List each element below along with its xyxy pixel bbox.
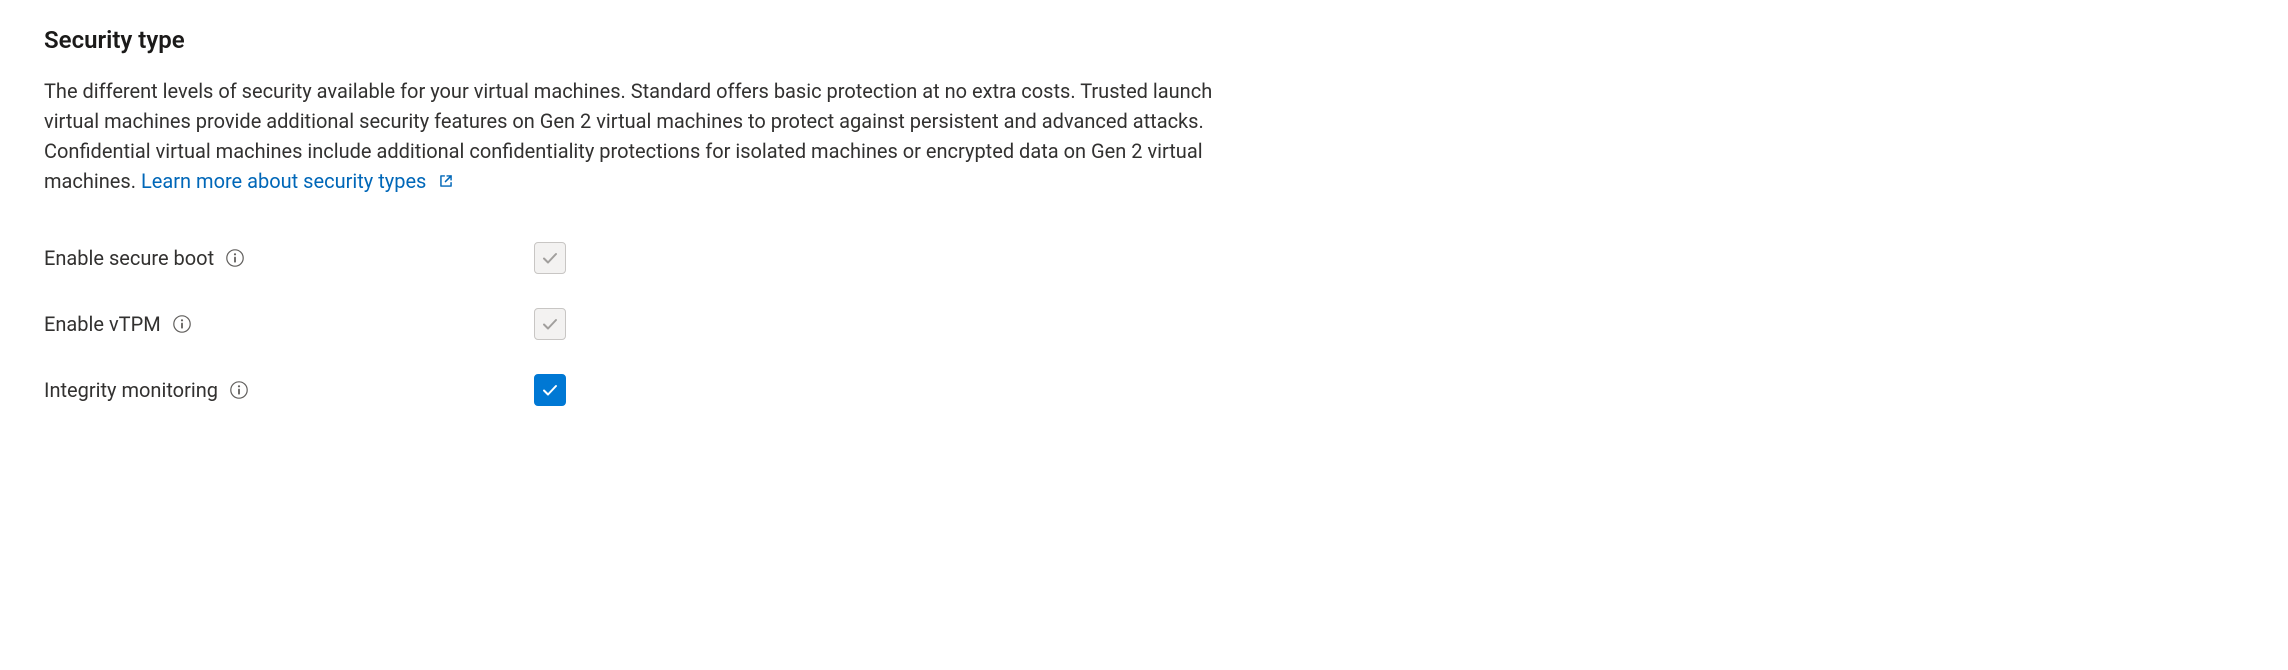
secure-boot-checkbox — [534, 242, 566, 274]
info-icon[interactable] — [224, 247, 246, 269]
section-heading: Security type — [44, 24, 2244, 58]
vtpm-checkbox — [534, 308, 566, 340]
field-row-secure-boot: Enable secure boot — [44, 242, 2244, 274]
integrity-checkbox[interactable] — [534, 374, 566, 406]
secure-boot-label: Enable secure boot — [44, 244, 214, 272]
field-label-wrap: Enable vTPM — [44, 310, 534, 338]
section-description: The different levels of security availab… — [44, 76, 1244, 198]
integrity-label: Integrity monitoring — [44, 376, 218, 404]
field-label-wrap: Integrity monitoring — [44, 376, 534, 404]
vtpm-label: Enable vTPM — [44, 310, 161, 338]
field-row-vtpm: Enable vTPM — [44, 308, 2244, 340]
field-label-wrap: Enable secure boot — [44, 244, 534, 272]
learn-more-link-text: Learn more about security types — [141, 169, 426, 193]
learn-more-link[interactable]: Learn more about security types — [141, 169, 455, 193]
external-link-icon — [437, 168, 455, 198]
info-icon[interactable] — [228, 379, 250, 401]
field-row-integrity: Integrity monitoring — [44, 374, 2244, 406]
info-icon[interactable] — [171, 313, 193, 335]
